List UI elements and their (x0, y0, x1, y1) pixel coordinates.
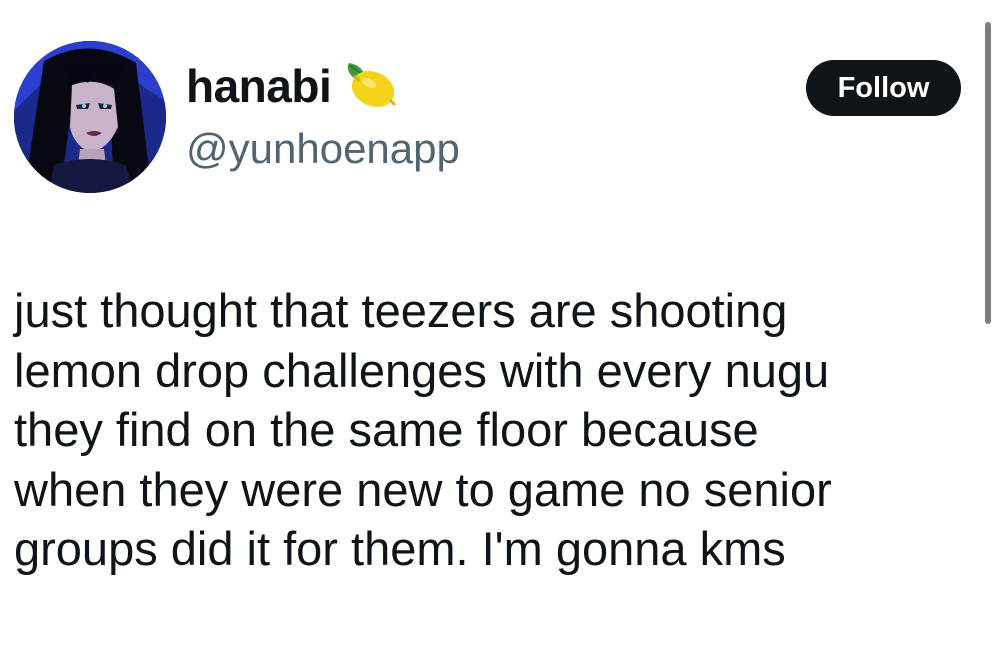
tweet-line: lemon drop challenges with every nugu (14, 343, 830, 397)
display-name[interactable]: hanabi (186, 63, 332, 109)
tweet-text: just thought that teezers are shooting l… (14, 281, 974, 579)
follow-button[interactable]: Follow (806, 60, 961, 116)
user-handle[interactable]: @yunhoenapp (186, 128, 460, 170)
tweet-line: when they were new to game no senior (14, 462, 832, 516)
tweet-line: groups did it for them. I'm gonna kms (14, 522, 786, 575)
avatar[interactable] (14, 41, 166, 193)
tweet-line: just thought that teezers are shooting (14, 284, 788, 337)
scrollbar[interactable] (985, 22, 991, 324)
tweet-line: they find on the same floor because (14, 403, 759, 456)
display-name-row: hanabi (186, 58, 399, 114)
lemon-icon (343, 61, 399, 111)
avatar-illustration (14, 41, 166, 193)
